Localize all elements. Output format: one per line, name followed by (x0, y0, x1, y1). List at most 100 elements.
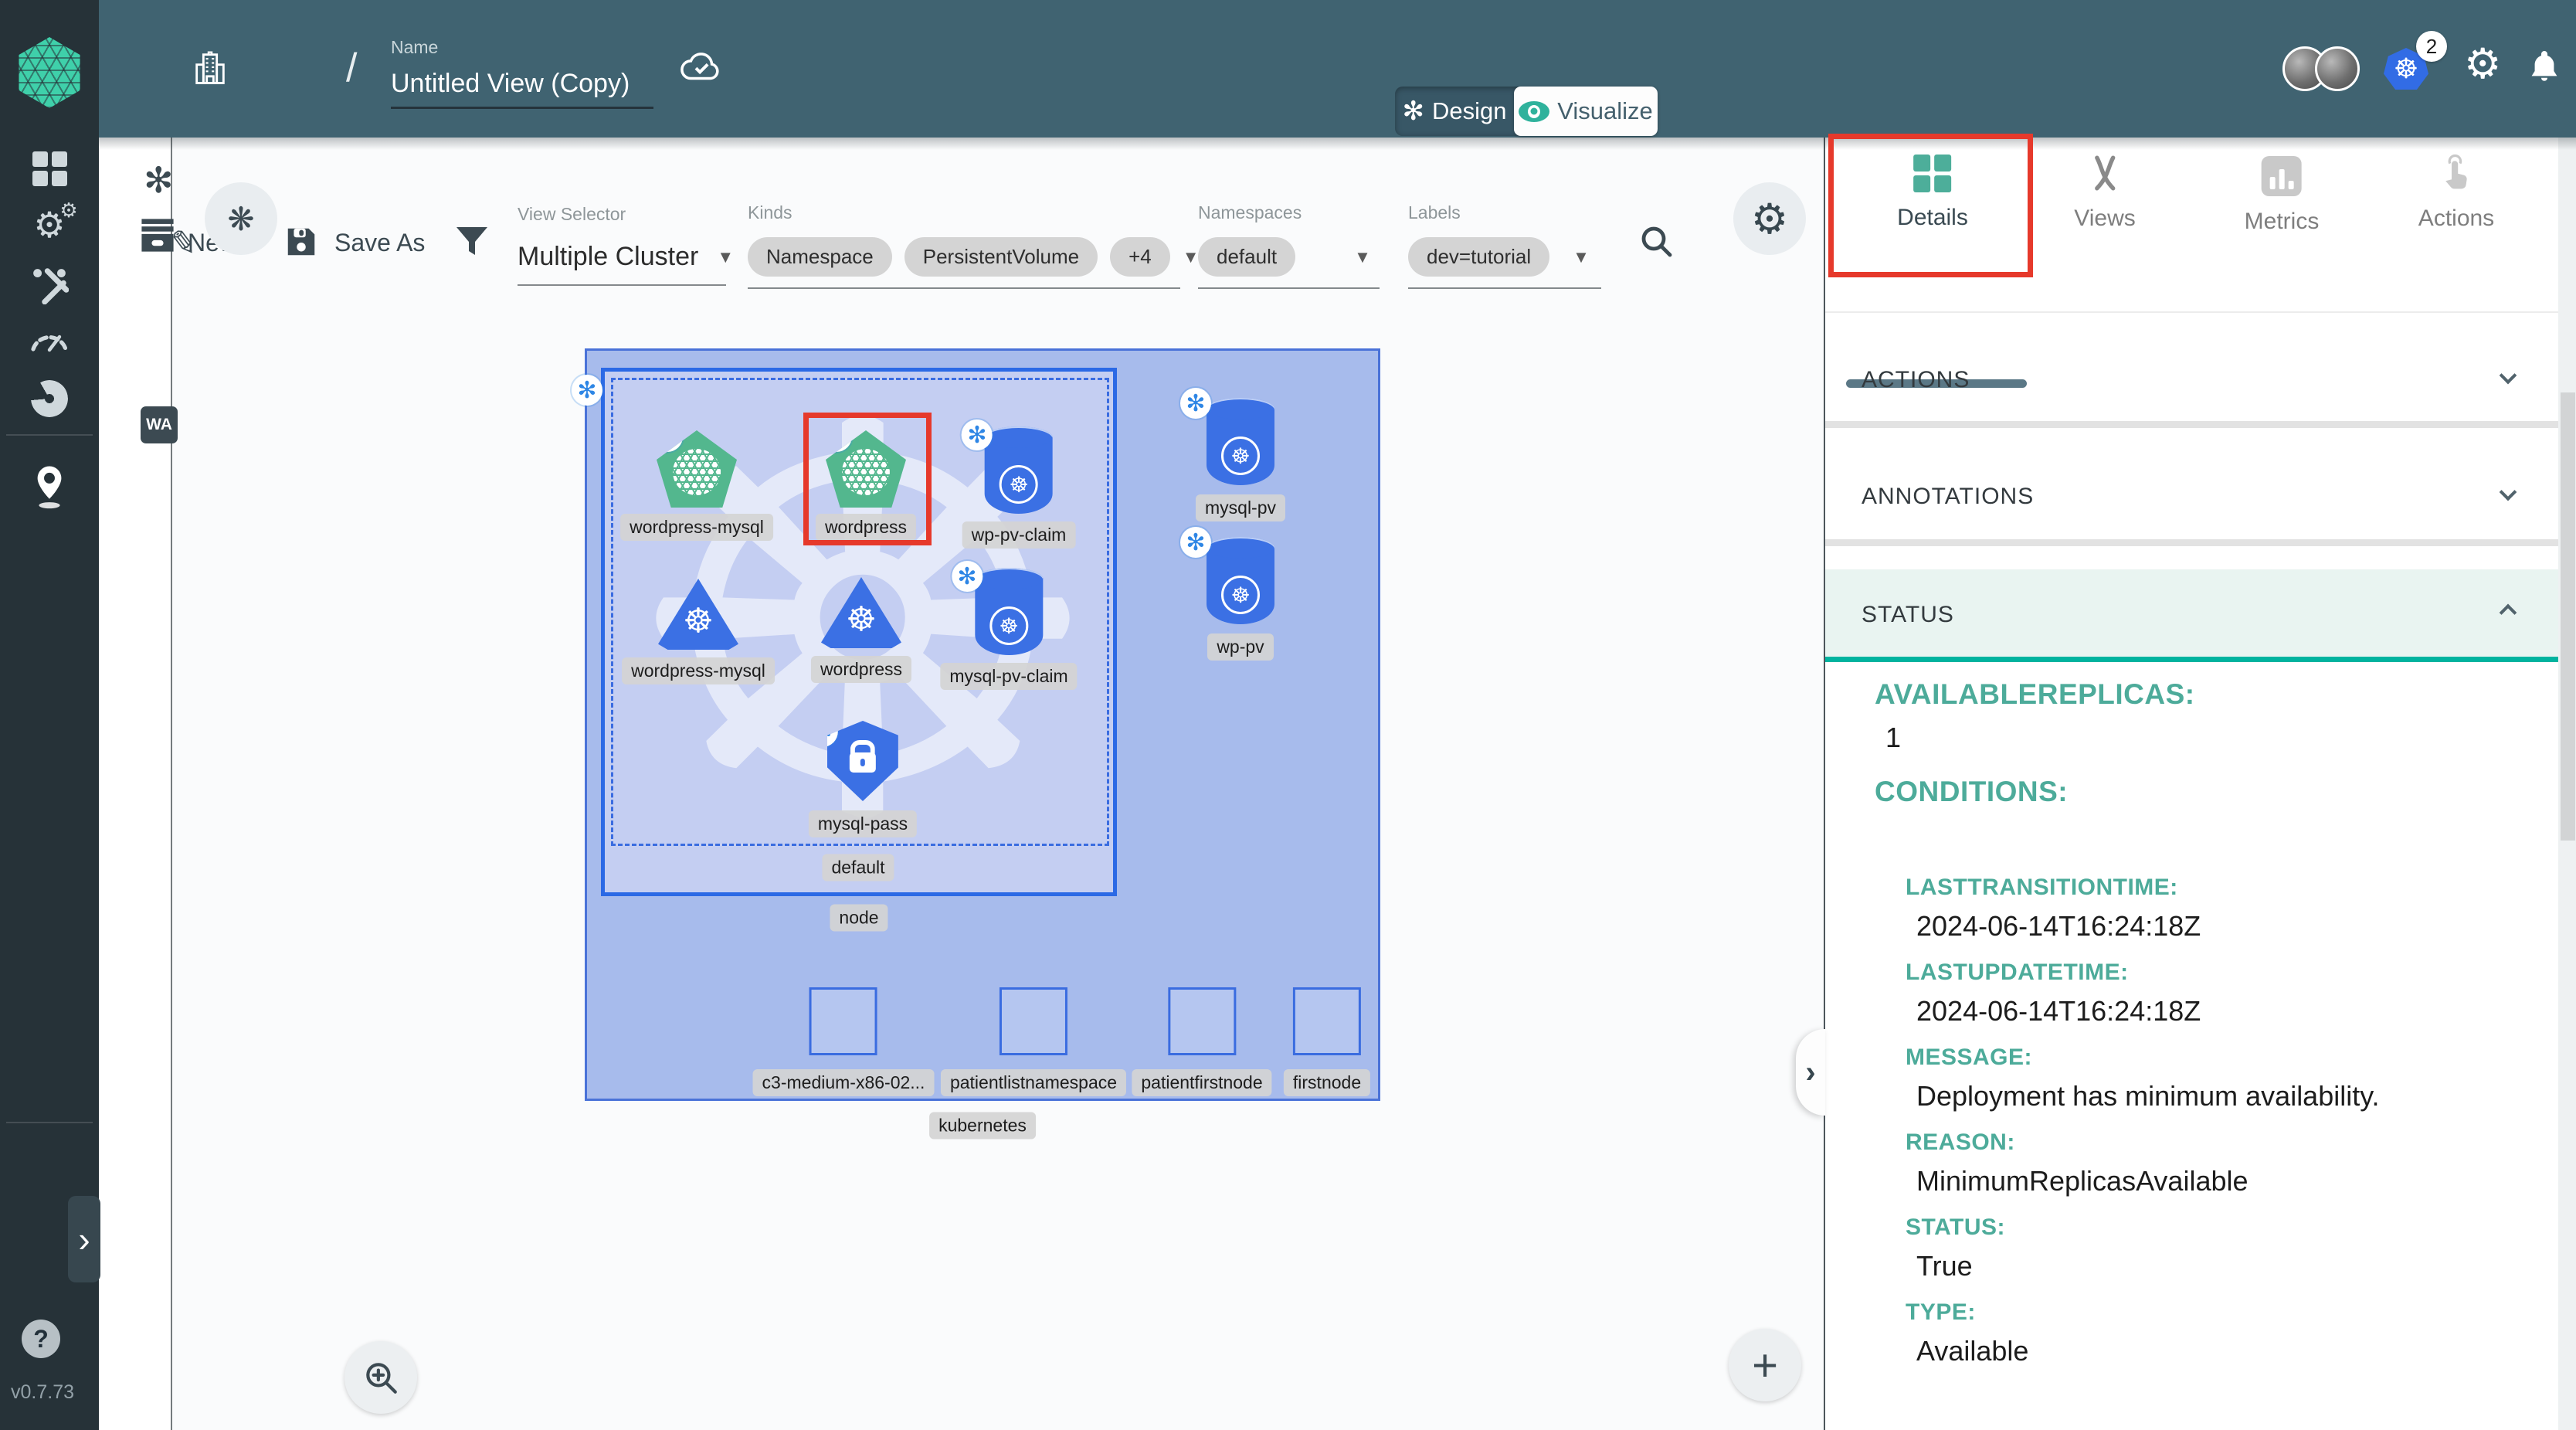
search-icon[interactable] (1638, 222, 1675, 263)
chevron-down-icon[interactable] (2500, 484, 2517, 501)
meshery-badge-icon: ✻ (1180, 527, 1211, 558)
diagram-node-pvc-wp-pv-claim[interactable]: ✻ wp-pv-claim (962, 426, 1076, 549)
canvas-settings-button[interactable]: ⚙ (1733, 182, 1806, 255)
kinds-caret-icon[interactable]: ▼ (1183, 247, 1200, 267)
view-selector-value[interactable]: Multiple Cluster (518, 242, 698, 272)
zoom-in-button[interactable] (344, 1341, 417, 1414)
namespace-chip-default[interactable]: default (1198, 237, 1295, 277)
chevron-up-icon[interactable] (2500, 604, 2517, 622)
save-as-label: Save As (334, 229, 425, 257)
view-selector-control[interactable]: View Selector Multiple Cluster ▼ (518, 204, 734, 286)
diagram-node-service-wordpress-mysql[interactable]: ✻ wordpress-mysql (620, 430, 773, 541)
filter-funnel-icon[interactable] (453, 222, 490, 263)
sidebar-item-dashboard[interactable] (0, 151, 99, 186)
kinds-label: Kinds (748, 202, 1200, 223)
view-name-underline (391, 107, 653, 109)
status-accent-bar (1825, 657, 2559, 662)
host-square-icon (1168, 987, 1236, 1055)
view-selector-caret-icon[interactable]: ▼ (717, 247, 734, 267)
node-label: firstnode (1284, 1069, 1370, 1096)
panel-scrollbar-thumb[interactable] (2561, 392, 2575, 841)
tab-views[interactable]: Views (2074, 153, 2135, 232)
sidebar-item-performance[interactable] (0, 326, 99, 352)
status-key: STATUS: (1906, 1214, 2539, 1241)
kind-chip-namespace[interactable]: Namespace (748, 237, 892, 277)
secondary-toolbar: ✻ ✎ WA › (99, 138, 172, 1430)
notifications-bell-icon[interactable] (2526, 48, 2563, 90)
persistentvolumeclaim-icon: ✻ (985, 436, 1053, 514)
diagram-node-pv-wp-pv[interactable]: ✻ wp-pv (1207, 536, 1274, 661)
tab-design[interactable]: ✻ Design (1395, 87, 1514, 136)
view-name-value[interactable]: Untitled View (Copy) (391, 69, 653, 99)
section-annotations[interactable]: ANNOTATIONS (1862, 484, 2034, 510)
namespaces-filter-control[interactable]: Namespaces default ▼ (1198, 202, 1380, 289)
settings-gear-icon[interactable]: ⚙ (2464, 43, 2501, 85)
canvas-gear-icon: ⚙ (1751, 195, 1788, 243)
persistentvolume-icon: ✻ (1207, 408, 1274, 485)
node-label: mysql-pv-claim (940, 663, 1077, 690)
diagram-node-pod-wordpress[interactable]: ✻ wordpress (811, 577, 911, 683)
diagram-node-secret-mysql-pass[interactable]: ✻ mysql-pass (809, 721, 917, 837)
tab-visualize[interactable]: Visualize (1514, 87, 1658, 136)
sidebar-item-lifecycle[interactable]: ⚙ ⚙ (0, 207, 99, 243)
labels-filter-control[interactable]: Labels dev=tutorial ▼ (1408, 202, 1601, 289)
diagram-node-host-patientlistnamespace[interactable]: patientlistnamespace (941, 987, 1126, 1096)
meshery-badge-icon: ✻ (572, 375, 602, 406)
status-value: True (1916, 1250, 2539, 1282)
diagram-node-pod-wordpress-mysql[interactable]: ✻ wordpress-mysql (622, 579, 775, 684)
meshery-badge-icon: ✻ (810, 577, 841, 608)
save-floppy-icon (283, 224, 319, 260)
edit-pencil-icon[interactable]: ✎ (168, 222, 200, 263)
cloud-saved-icon (680, 48, 723, 86)
kinds-filter-control[interactable]: Kinds Namespace PersistentVolume +4 ▼ (748, 202, 1200, 289)
wasm-filter-icon[interactable]: WA (141, 406, 178, 443)
diagram-node-pvc-mysql-pv-claim[interactable]: ✻ mysql-pv-claim (940, 567, 1077, 690)
tab-actions[interactable]: Actions (2418, 153, 2494, 232)
section-status[interactable]: STATUS (1825, 569, 2559, 657)
meshery-badge-icon: ✻ (647, 579, 678, 610)
sidebar-expand-tab[interactable]: › (68, 1196, 100, 1282)
label-chip-dev-tutorial[interactable]: dev=tutorial (1408, 237, 1549, 277)
cluster-label-chip: kubernetes (929, 1112, 1036, 1140)
labels-caret-icon[interactable]: ▼ (1573, 247, 1590, 267)
diagram-node-host-firstnode[interactable]: firstnode (1284, 987, 1370, 1096)
pod-icon: ✻ (658, 579, 738, 650)
section-separator (1825, 421, 2559, 428)
node-label: wordpress (811, 656, 911, 683)
meshery-badge-icon: ✻ (1180, 388, 1211, 419)
help-icon[interactable]: ? (22, 1320, 60, 1358)
node-label: c3-medium-x86-02... (753, 1069, 935, 1096)
cluster-mesh-button[interactable]: ❋ (205, 182, 277, 255)
panel-collapse-handle[interactable]: › (1796, 1029, 1825, 1116)
sidebar-divider-bottom (6, 1122, 93, 1123)
status-value: 1 (1885, 722, 2539, 754)
meshery-spiral-icon[interactable]: ✻ (144, 159, 174, 201)
diagram-node-pv-mysql-pv[interactable]: ✻ mysql-pv (1196, 397, 1285, 521)
collaborator-avatar-2[interactable] (2315, 46, 2360, 91)
sidebar-item-extensions[interactable] (0, 380, 99, 417)
eye-icon (1519, 101, 1549, 122)
save-as-button[interactable] (283, 224, 319, 263)
node-label: mysql-pass (809, 810, 917, 837)
chevron-down-icon[interactable] (2500, 367, 2517, 385)
organization-icon[interactable] (179, 37, 241, 99)
kubernetes-context-count-badge[interactable]: 2 (2416, 31, 2447, 62)
sidebar-item-environments[interactable] (0, 464, 99, 511)
status-value: 2024-06-14T16:24:18Z (1916, 910, 2539, 943)
labels-label: Labels (1408, 202, 1601, 223)
node-label: wp-pv (1207, 633, 1273, 661)
namespace-label: default (822, 854, 894, 881)
section-actions[interactable]: ACTIONS (1862, 367, 1970, 393)
meshery-logo[interactable] (14, 37, 85, 108)
sidebar-item-configuration[interactable] (0, 266, 99, 304)
diagram-node-host-patientfirstnode[interactable]: patientfirstnode (1132, 987, 1271, 1096)
kind-chip-more[interactable]: +4 (1110, 237, 1170, 277)
status-value: Available (1916, 1335, 2539, 1367)
kind-chip-persistentvolume[interactable]: PersistentVolume (904, 237, 1098, 277)
namespaces-caret-icon[interactable]: ▼ (1354, 247, 1371, 267)
tab-metrics[interactable]: Metrics (2245, 156, 2320, 235)
view-name-field[interactable]: Name Untitled View (Copy) (391, 37, 653, 109)
add-node-button[interactable]: + (1729, 1329, 1801, 1401)
diagram-node-host-c3-medium[interactable]: c3-medium-x86-02... (753, 987, 935, 1096)
namespaces-label: Namespaces (1198, 202, 1380, 223)
